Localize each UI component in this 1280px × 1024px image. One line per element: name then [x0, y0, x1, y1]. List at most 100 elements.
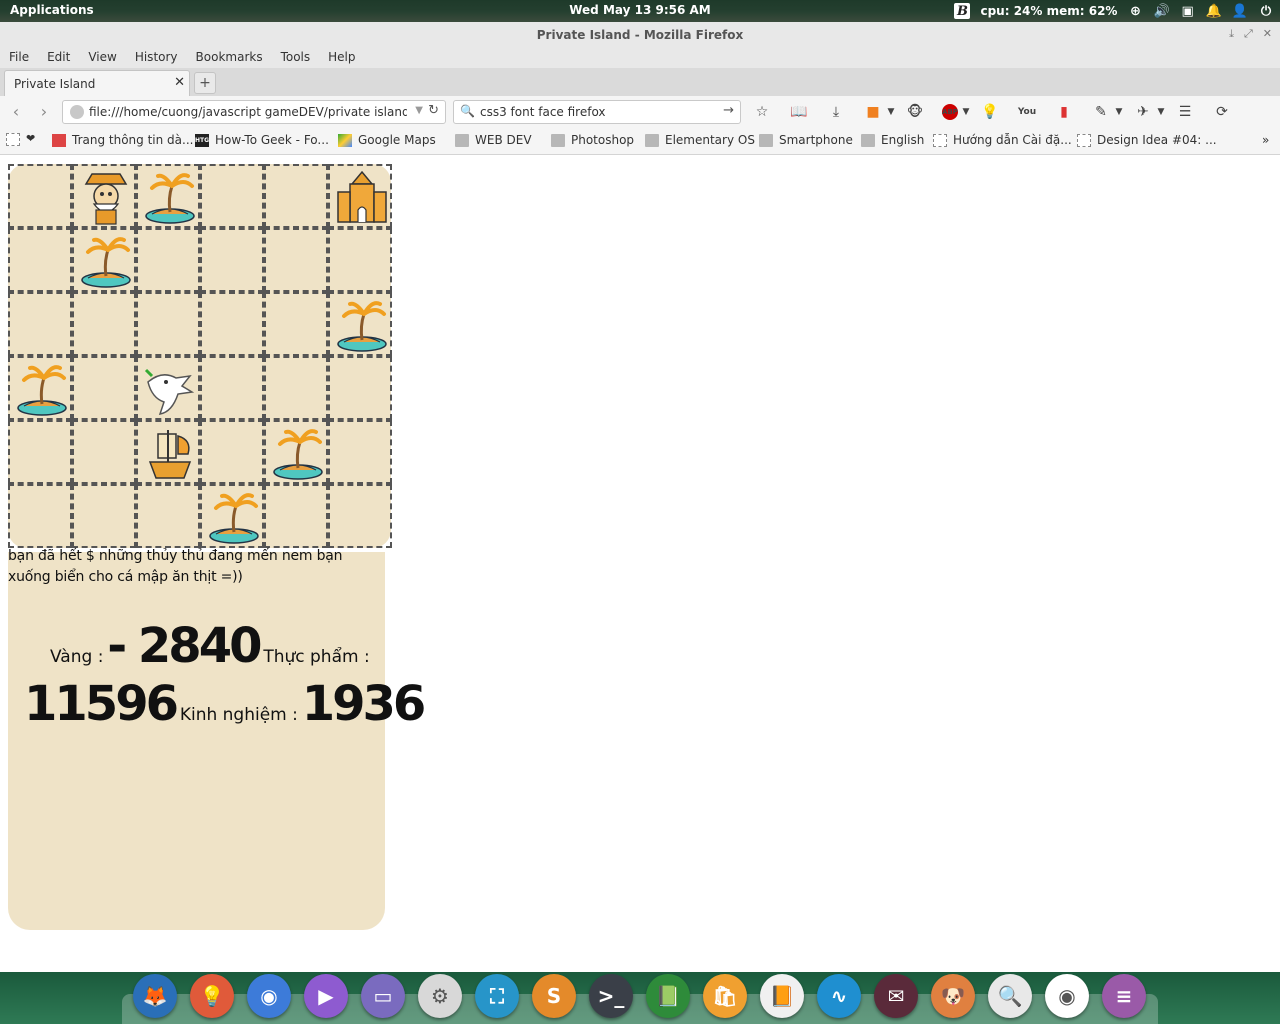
youtube-icon[interactable]: You: [1017, 102, 1037, 122]
map-cell[interactable]: [8, 356, 72, 420]
menu-file[interactable]: File: [0, 50, 38, 64]
chromium-dock-icon[interactable]: ◉: [247, 974, 291, 1018]
menu-edit[interactable]: Edit: [38, 50, 79, 64]
network-icon[interactable]: ▣: [1180, 3, 1196, 19]
map-cell[interactable]: [136, 420, 200, 484]
adblock-dropdown-icon[interactable]: ▼: [962, 102, 970, 122]
reload-icon[interactable]: ↻: [428, 103, 439, 118]
map-cell[interactable]: [8, 164, 72, 228]
files-dock-icon[interactable]: ▭: [361, 974, 405, 1018]
bookmark-item[interactable]: English: [861, 133, 924, 147]
map-cell[interactable]: [72, 420, 136, 484]
minimize-icon[interactable]: ⤓: [1229, 27, 1234, 41]
map-cell[interactable]: [200, 420, 264, 484]
bookmark-item[interactable]: Smartphone: [759, 133, 853, 147]
map-cell[interactable]: [8, 228, 72, 292]
bookmark-app-icon[interactable]: B: [954, 3, 971, 19]
tab-private-island[interactable]: Private Island ✕: [4, 70, 190, 96]
bookmark-star-icon[interactable]: ☆: [752, 102, 772, 122]
map-cell[interactable]: [136, 228, 200, 292]
map-cell[interactable]: [264, 356, 328, 420]
maximize-icon[interactable]: ⤢: [1244, 27, 1253, 41]
text-editor-dock-icon[interactable]: ≡: [1102, 974, 1146, 1018]
search-go-icon[interactable]: →: [723, 103, 734, 118]
search-input[interactable]: css3 font face firefox: [480, 105, 606, 119]
map-cell[interactable]: [328, 420, 392, 484]
firefox-dock-icon[interactable]: 🦊: [133, 974, 177, 1018]
forward-button[interactable]: ›: [34, 102, 54, 122]
bookmark-item[interactable]: Trang thông tin dà...: [52, 133, 193, 147]
monitor-dock-icon[interactable]: ∿: [817, 974, 861, 1018]
map-cell[interactable]: [264, 420, 328, 484]
map-cell[interactable]: [72, 292, 136, 356]
heart-bookmark-icon[interactable]: ❤: [26, 132, 35, 145]
map-cell[interactable]: [264, 292, 328, 356]
downloads-icon[interactable]: ⤓: [826, 102, 846, 122]
battery-icon[interactable]: ▮: [1054, 102, 1074, 122]
mail-dock-icon[interactable]: ✉: [874, 974, 918, 1018]
map-cell[interactable]: [200, 356, 264, 420]
map-cell[interactable]: [8, 420, 72, 484]
gimp-dock-icon[interactable]: 🐶: [931, 974, 975, 1018]
software-dock-icon[interactable]: 🛍: [703, 974, 747, 1018]
menu-history[interactable]: History: [126, 50, 187, 64]
menu-tools[interactable]: Tools: [272, 50, 320, 64]
power-icon[interactable]: ⏻: [1258, 3, 1274, 19]
bookmark-item[interactable]: [6, 133, 26, 146]
map-cell[interactable]: [264, 484, 328, 548]
bookmark-item[interactable]: Photoshop: [551, 133, 634, 147]
map-cell[interactable]: [72, 164, 136, 228]
map-cell[interactable]: [328, 292, 392, 356]
plane-dropdown-icon[interactable]: ▼: [1157, 102, 1165, 122]
menu-bookmarks[interactable]: Bookmarks: [187, 50, 272, 64]
reading-list-icon[interactable]: 📖: [789, 102, 809, 122]
bookmark-item[interactable]: Elementary OS: [645, 133, 755, 147]
search-dock-icon[interactable]: 🔍: [988, 974, 1032, 1018]
map-cell[interactable]: [72, 484, 136, 548]
bookmark-item[interactable]: Hướng dẫn Cài đặ...: [933, 133, 1072, 147]
map-cell[interactable]: [136, 356, 200, 420]
map-cell[interactable]: [8, 292, 72, 356]
terminal-dock-icon[interactable]: >_: [589, 974, 633, 1018]
screenshot-dock-icon[interactable]: ⛶: [475, 974, 519, 1018]
user-icon[interactable]: 👤: [1232, 3, 1248, 19]
bookmark-item[interactable]: Design Idea #04: ...: [1077, 133, 1217, 147]
adblock-icon[interactable]: ABP: [942, 104, 958, 120]
close-tab-icon[interactable]: ✕: [174, 75, 185, 90]
map-cell[interactable]: [264, 228, 328, 292]
sublime-dock-icon[interactable]: S: [532, 974, 576, 1018]
map-cell[interactable]: [8, 484, 72, 548]
settings-dock-icon[interactable]: ⚙: [418, 974, 462, 1018]
search-bar[interactable]: 🔍 css3 font face firefox →: [453, 100, 741, 124]
reader-dock-icon[interactable]: 📙: [760, 974, 804, 1018]
map-cell[interactable]: [328, 484, 392, 548]
chrome-dock-icon[interactable]: ◉: [1045, 974, 1089, 1018]
greasemonkey-icon[interactable]: 🐵: [905, 102, 925, 122]
map-cell[interactable]: [136, 164, 200, 228]
new-tab-button[interactable]: +: [194, 72, 216, 94]
eyedropper-dropdown-icon[interactable]: ▼: [1115, 102, 1123, 122]
eyedropper-icon[interactable]: ✎: [1091, 102, 1111, 122]
notifications-icon[interactable]: 🔔: [1206, 3, 1222, 19]
map-cell[interactable]: [200, 484, 264, 548]
books-dock-icon[interactable]: 📗: [646, 974, 690, 1018]
map-cell[interactable]: [136, 292, 200, 356]
map-cell[interactable]: [200, 228, 264, 292]
volume-icon[interactable]: 🔊: [1153, 3, 1169, 19]
map-cell[interactable]: [200, 164, 264, 228]
extension-orange-icon[interactable]: ■: [863, 102, 883, 122]
tips-dock-icon[interactable]: 💡: [190, 974, 234, 1018]
map-cell[interactable]: [136, 484, 200, 548]
url-text[interactable]: file:///home/cuong/javascript gameDEV/pr…: [89, 105, 407, 119]
map-cell[interactable]: [200, 292, 264, 356]
bookmark-item[interactable]: HTG How-To Geek - Fo...: [195, 133, 329, 147]
map-cell[interactable]: [72, 356, 136, 420]
location-icon[interactable]: ⊕: [1127, 3, 1143, 19]
menu-help[interactable]: Help: [319, 50, 364, 64]
map-cell[interactable]: [328, 228, 392, 292]
bulb-icon[interactable]: 💡: [980, 102, 1000, 122]
bookmark-item[interactable]: Google Maps: [338, 133, 436, 147]
hamburger-menu-icon[interactable]: ☰: [1175, 102, 1195, 122]
applications-menu[interactable]: Applications: [10, 3, 94, 17]
sync-icon[interactable]: ⟳: [1212, 102, 1232, 122]
